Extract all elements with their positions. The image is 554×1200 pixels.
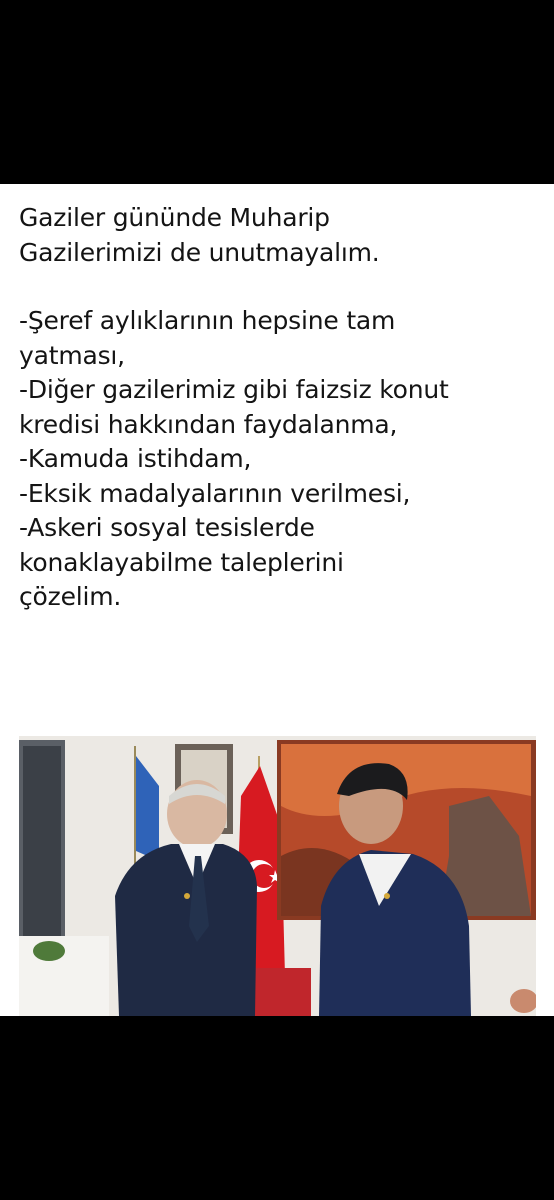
post-line-8: -Eksik madalyalarının verilmesi, bbox=[19, 478, 411, 508]
post-text: Gaziler gününde Muharip Gazilerimizi de … bbox=[19, 201, 544, 615]
post-line-11: çözelim. bbox=[19, 582, 122, 611]
post-line-6: kredisi hakkından faydalanma, bbox=[19, 409, 398, 439]
post-line-1: Gaziler gününde Muharip bbox=[19, 203, 330, 232]
bottom-black-bar bbox=[0, 1016, 554, 1200]
top-black-bar bbox=[0, 0, 554, 184]
post-line-3: -Şeref aylıklarının hepsine tam bbox=[19, 306, 396, 335]
post-line-9: -Askeri sosyal tesislerde bbox=[19, 513, 315, 542]
plant bbox=[33, 941, 65, 961]
post-photo[interactable] bbox=[19, 736, 536, 1016]
post-line-10: konaklayabilme taleplerini bbox=[19, 547, 344, 577]
post-line-5: -Diğer gazilerimiz gibi faizsiz konut bbox=[19, 375, 449, 404]
post-line-7: -Kamuda istihdam, bbox=[19, 444, 252, 473]
post-line-2: Gazilerimizi de unutmayalım. bbox=[19, 237, 380, 267]
cushion bbox=[255, 968, 311, 1016]
photo-illustration bbox=[19, 736, 536, 1016]
older-man-suit bbox=[115, 844, 257, 1016]
post-line-4: yatması, bbox=[19, 340, 125, 370]
